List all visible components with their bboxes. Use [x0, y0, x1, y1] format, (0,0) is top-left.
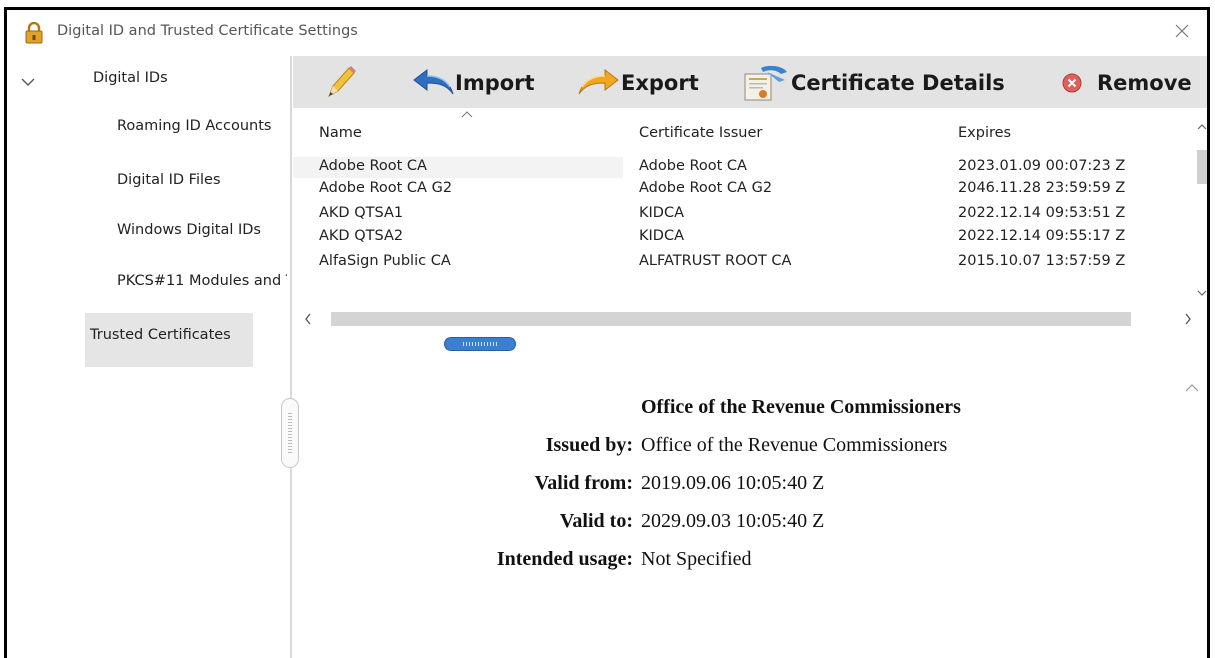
certificate-table: Name Certificate Issuer Expires Adobe Ro…	[293, 108, 1207, 308]
edit-button[interactable]	[323, 64, 357, 102]
certificate-icon	[744, 65, 787, 101]
detail-key: Valid from:	[534, 472, 633, 494]
certificate-subject: Office of the Revenue Commissioners	[641, 396, 961, 418]
cell-issuer: ALFATRUST ROOT CA	[639, 253, 792, 269]
column-header-issuer[interactable]: Certificate Issuer	[639, 125, 762, 141]
certificate-details-pane: Office of the Revenue Commissioners Issu…	[293, 354, 1193, 658]
horizontal-splitter-handle[interactable]	[444, 337, 516, 351]
table-vertical-scrollbar[interactable]	[1197, 108, 1207, 308]
certificate-details-button[interactable]: Certificate Details	[741, 64, 1005, 102]
detail-key: Intended usage:	[496, 548, 633, 570]
column-header-expires[interactable]: Expires	[958, 125, 1011, 141]
cell-name: Adobe Root CA	[319, 158, 427, 174]
cell-issuer: Adobe Root CA G2	[639, 180, 773, 196]
cell-issuer: KIDCA	[639, 228, 684, 244]
scroll-thumb[interactable]	[331, 312, 1131, 326]
import-arrow-icon	[413, 68, 454, 95]
scroll-up-icon[interactable]	[1197, 122, 1207, 132]
dialog-window: Digital ID and Trusted Certificate Setti…	[4, 7, 1210, 658]
pencil-icon	[328, 66, 356, 98]
sidebar-item-windows-digital-ids[interactable]: Windows Digital IDs	[117, 222, 287, 238]
remove-button[interactable]: Remove	[1059, 64, 1192, 102]
detail-row: Intended usage: Not Specified	[293, 548, 1173, 574]
export-arrow-icon	[578, 68, 619, 95]
cell-expires: 2046.11.28 23:59:59 Z	[958, 180, 1126, 196]
detail-value: 2029.09.03 10:05:40 Z	[641, 510, 825, 532]
detail-value: 2019.09.06 10:05:40 Z	[641, 472, 825, 494]
cell-issuer: Adobe Root CA	[639, 158, 747, 174]
close-icon[interactable]	[1169, 18, 1195, 44]
cell-expires: 2023.01.09 00:07:23 Z	[958, 158, 1126, 174]
detail-key: Valid to:	[559, 510, 633, 532]
scroll-right-icon[interactable]	[1183, 313, 1193, 325]
detail-row: Valid from: 2019.09.06 10:05:40 Z	[293, 472, 1173, 498]
certificate-details-label: Certificate Details	[791, 71, 1005, 95]
table-horizontal-scrollbar[interactable]	[293, 308, 1207, 330]
window-title: Digital ID and Trusted Certificate Setti…	[57, 23, 358, 39]
remove-label: Remove	[1097, 71, 1192, 95]
table-row[interactable]: AKD QTSA1 KIDCA 2022.12.14 09:53:51 Z	[293, 204, 1183, 225]
pane-divider	[290, 56, 292, 658]
export-label: Export	[621, 71, 699, 95]
cell-expires: 2022.12.14 09:53:51 Z	[958, 205, 1126, 221]
cell-name: AlfaSign Public CA	[319, 253, 451, 269]
export-button[interactable]: Export	[577, 64, 699, 102]
title-bar: Digital ID and Trusted Certificate Setti…	[7, 10, 1207, 56]
cell-expires: 2015.10.07 13:57:59 Z	[958, 253, 1126, 269]
cell-issuer: KIDCA	[639, 205, 684, 221]
column-header-name[interactable]: Name	[319, 125, 362, 141]
table-row[interactable]: Adobe Root CA Adobe Root CA 2023.01.09 0…	[293, 157, 1183, 178]
cell-expires: 2022.12.14 09:55:17 Z	[958, 228, 1126, 244]
detail-value: Not Specified	[641, 548, 752, 570]
lock-icon	[25, 22, 43, 44]
scroll-down-icon[interactable]	[1197, 288, 1207, 298]
table-row[interactable]: Adobe Root CA G2 Adobe Root CA G2 2046.1…	[293, 179, 1183, 200]
detail-row: Issued by: Office of the Revenue Commiss…	[293, 434, 1173, 460]
chevron-down-icon[interactable]	[21, 77, 35, 87]
import-button[interactable]: Import	[411, 64, 535, 102]
sidebar-item-trusted-certificates[interactable]: Trusted Certificates	[85, 313, 253, 367]
toolbar: Import Export Certificate Details Remove	[293, 56, 1207, 108]
sidebar-item-pkcs11-modules[interactable]: PKCS#11 Modules and Tokens	[117, 273, 287, 289]
sort-ascending-icon	[461, 111, 473, 118]
sidebar-item-digital-ids[interactable]: Digital IDs	[93, 70, 168, 86]
sidebar-item-digital-id-files[interactable]: Digital ID Files	[117, 172, 221, 188]
cell-name: AKD QTSA2	[319, 228, 404, 244]
table-row[interactable]: AKD QTSA2 KIDCA 2022.12.14 09:55:17 Z	[293, 227, 1183, 248]
import-label: Import	[455, 71, 535, 95]
sidebar-item-roaming-id-accounts[interactable]: Roaming ID Accounts	[117, 118, 287, 134]
scroll-left-icon[interactable]	[303, 313, 313, 325]
remove-icon	[1062, 73, 1082, 93]
table-row[interactable]: AlfaSign Public CA ALFATRUST ROOT CA 201…	[293, 252, 1183, 273]
scroll-thumb[interactable]	[1197, 150, 1207, 184]
detail-key: Issued by:	[545, 434, 633, 456]
sidebar-nav: Digital IDs Roaming ID Accounts Digital …	[7, 56, 290, 658]
detail-row: Valid to: 2029.09.03 10:05:40 Z	[293, 510, 1173, 536]
cell-name: Adobe Root CA G2	[319, 180, 453, 196]
details-scroll-up-icon[interactable]	[1185, 383, 1199, 393]
cell-name: AKD QTSA1	[319, 205, 404, 221]
detail-value: Office of the Revenue Commissioners	[641, 434, 948, 456]
